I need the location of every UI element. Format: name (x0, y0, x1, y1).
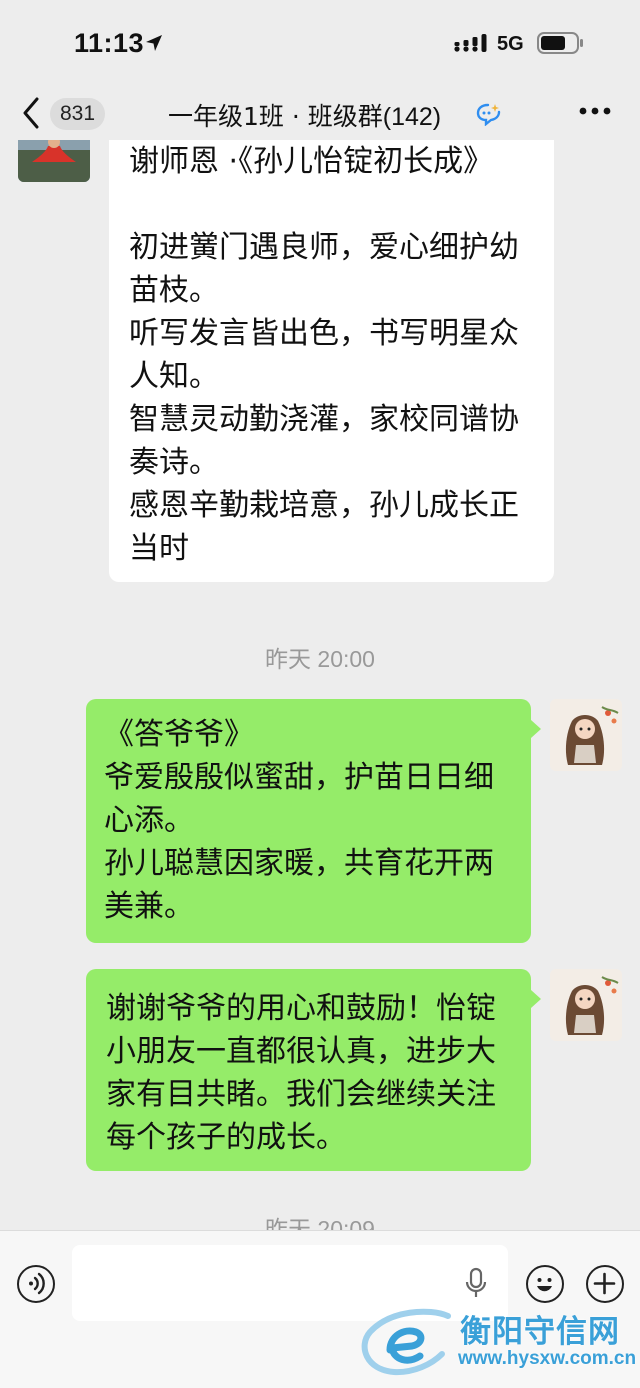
group-name: 一年级1班 · 班级群 (168, 102, 383, 131)
status-time: 11:13 (74, 28, 145, 58)
voice-icon (29, 1272, 45, 1295)
plus-icon (593, 1272, 616, 1295)
message-timestamp: 昨天 20:09 (265, 1216, 375, 1230)
emoji-icon (537, 1278, 552, 1292)
status-bar: 11:13 5G (0, 0, 640, 88)
voice-button[interactable] (17, 1265, 55, 1303)
message-bubble-sent[interactable]: 谢谢爷爷的用心和鼓励！怡锭小朋友一直都很认真，进步大家有目共睹。我们会继续关注每… (86, 969, 531, 1171)
bubble-tail (531, 720, 541, 738)
avatar-photo (18, 140, 90, 182)
message-bubble-received[interactable]: 谢师恩 ·《孙儿怡锭初长成》 初进黉门遇良师，爱心细护幼苗枝。 听写发言皆出色，… (109, 140, 554, 582)
more-icon[interactable] (578, 106, 612, 116)
avatar-illustration (550, 969, 622, 1041)
battery-icon (537, 32, 583, 54)
signal-icon (454, 34, 487, 52)
emoji-button[interactable] (526, 1265, 564, 1303)
message-bubble-sent[interactable]: 《答爷爷》 爷爱殷殷似蜜甜，护苗日日细心添。 孙儿聪慧因家暖，共育花开两美兼。 (86, 699, 531, 943)
bubble-tail (531, 990, 541, 1008)
sender-avatar[interactable] (18, 140, 90, 182)
location-arrow-icon (146, 35, 162, 51)
watermark-logo-icon (361, 1308, 451, 1376)
network-type: 5G (497, 33, 524, 55)
message-timestamp: 昨天 20:00 (265, 646, 375, 672)
self-avatar[interactable] (550, 969, 622, 1041)
site-watermark: 衡阳守信网 www.hysxw.com.cn (360, 1300, 640, 1387)
message-list[interactable]: 谢师恩 ·《孙儿怡锭初长成》 初进黉门遇良师，爱心细护幼苗枝。 听写发言皆出色，… (0, 140, 640, 1230)
watermark-name: 衡阳守信网 (460, 1314, 620, 1350)
microphone-icon[interactable] (464, 1267, 488, 1301)
watermark-url: www.hysxw.com.cn (458, 1348, 637, 1369)
unread-count-badge[interactable]: 831 (50, 98, 106, 130)
avatar-illustration (550, 699, 622, 771)
back-chevron-icon[interactable] (20, 96, 42, 130)
self-avatar[interactable] (550, 699, 622, 771)
more-functions-button[interactable] (586, 1265, 624, 1303)
group-chat-icon (476, 103, 501, 126)
member-count: (142) (382, 103, 442, 131)
chat-title[interactable]: 一年级1班 · 班级群(142) (168, 97, 441, 133)
chat-header: 831 一年级1班 · 班级群(142) (0, 88, 640, 140)
